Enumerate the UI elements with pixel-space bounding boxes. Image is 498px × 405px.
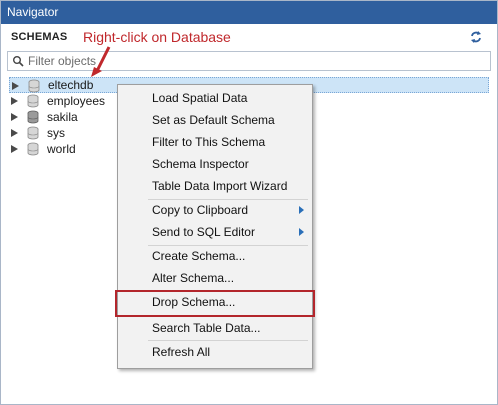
submenu-arrow-icon [299,228,304,236]
submenu-arrow-icon [299,206,304,214]
menu-item-label: Copy to Clipboard [152,203,249,217]
expand-arrow-icon[interactable] [12,82,19,90]
panel-title: Navigator [1,1,497,24]
menu-item-load-spatial-data[interactable]: Load Spatial Data [118,87,312,109]
database-icon [28,79,40,93]
menu-item-refresh-all[interactable]: Refresh All [118,341,312,363]
tree-item-label: sys [47,126,65,140]
database-icon [27,142,39,156]
menu-item-label: Send to SQL Editor [152,225,255,239]
menu-item-import-wizard[interactable]: Table Data Import Wizard [118,175,312,197]
menu-item-copy-to-clipboard[interactable]: Copy to Clipboard [118,199,312,221]
schemas-heading: SCHEMAS [11,31,68,43]
database-icon [27,94,39,108]
annotation-arrow [91,46,111,77]
menu-item-send-to-sql-editor[interactable]: Send to SQL Editor [118,221,312,243]
drop-schema-highlight [115,290,315,317]
tree-item-label: employees [47,94,106,108]
menu-item-set-default-schema[interactable]: Set as Default Schema [118,109,312,131]
menu-item-create-schema[interactable]: Create Schema... [118,245,312,267]
expand-arrow-icon[interactable] [11,145,18,153]
tree-item-label: eltechdb [48,78,94,92]
expand-arrow-icon[interactable] [11,113,18,121]
context-menu: Load Spatial Data Set as Default Schema … [117,84,313,369]
filter-field[interactable] [7,51,491,71]
menu-item-filter-to-schema[interactable]: Filter to This Schema [118,131,312,153]
tree-item-label: world [47,142,76,156]
menu-item-schema-inspector[interactable]: Schema Inspector [118,153,312,175]
expand-arrow-icon[interactable] [11,97,18,105]
menu-item-search-table-data[interactable]: Search Table Data... [118,317,312,339]
menu-item-alter-schema[interactable]: Alter Schema... [118,267,312,289]
tree-item-label: sakila [47,110,78,124]
refresh-icon[interactable] [469,30,483,44]
database-icon [27,126,39,140]
navigator-panel: Navigator SCHEMAS Right-click on Databas… [0,0,498,405]
search-icon [13,56,24,67]
expand-arrow-icon[interactable] [11,129,18,137]
database-icon [27,110,39,124]
